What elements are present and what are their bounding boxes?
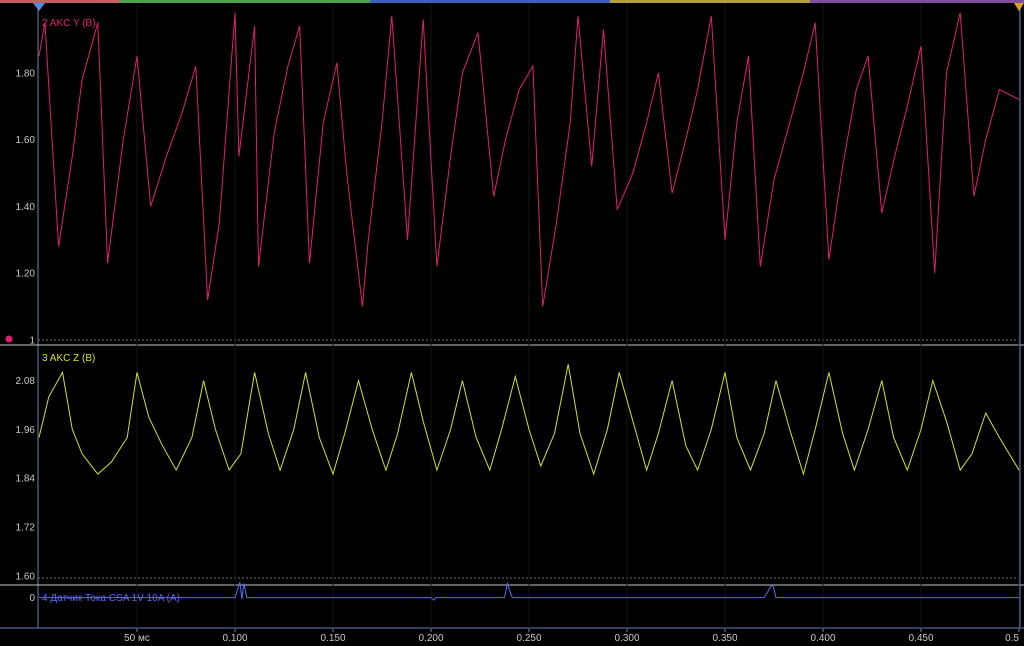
oscilloscope-view[interactable]: 2 AKC Y (B) 1.80 1.60 1.40 1.20 1 3 AKC Z (B… xyxy=(0,0,1024,646)
channel-z-ytick-label: 2.08 xyxy=(16,376,36,387)
x-tick-label: 0.400 xyxy=(810,633,835,644)
x-tick-label: 0.200 xyxy=(418,633,443,644)
x-tick-label: 0.300 xyxy=(614,633,639,644)
x-tick-label: 50 мс xyxy=(124,633,150,644)
x-tick-label: 0.5 xyxy=(1005,633,1019,644)
x-tick-label: 0.100 xyxy=(222,633,247,644)
channel-y-ytick-label: 1.80 xyxy=(16,68,36,79)
x-tick-label: 0.250 xyxy=(516,633,541,644)
channel-y-ytick-label: 1.40 xyxy=(16,202,36,213)
current-ytick-label: 0 xyxy=(29,593,35,604)
channel-z-ytick-label: 1.84 xyxy=(16,474,36,485)
channel-y-label[interactable]: 2 AKC Y (B) xyxy=(42,18,96,29)
x-tick-label: 0.150 xyxy=(320,633,345,644)
top-color-bar xyxy=(0,0,1024,3)
channel-z-ytick-label: 1.96 xyxy=(16,425,36,436)
current-channel-label[interactable]: 4 Датчик Тока CSA 1V 10A (A) xyxy=(42,593,180,604)
background xyxy=(0,0,1024,646)
channel-z-ytick-label: 1.72 xyxy=(16,523,36,534)
channel-z-label[interactable]: 3 AKC Z (B) xyxy=(42,353,95,364)
channel-z-ytick-label: 1.60 xyxy=(16,571,36,582)
channel-y-ytick-label: 1.60 xyxy=(16,135,36,146)
channel-y-ytick-label: 1 xyxy=(29,336,35,347)
x-tick-label: 0.450 xyxy=(908,633,933,644)
channel-y-ytick-label: 1.20 xyxy=(16,269,36,280)
current-axis-ticks: 0 xyxy=(29,593,35,604)
channel-marker-dot-icon[interactable] xyxy=(5,335,13,343)
x-tick-label: 0.350 xyxy=(712,633,737,644)
